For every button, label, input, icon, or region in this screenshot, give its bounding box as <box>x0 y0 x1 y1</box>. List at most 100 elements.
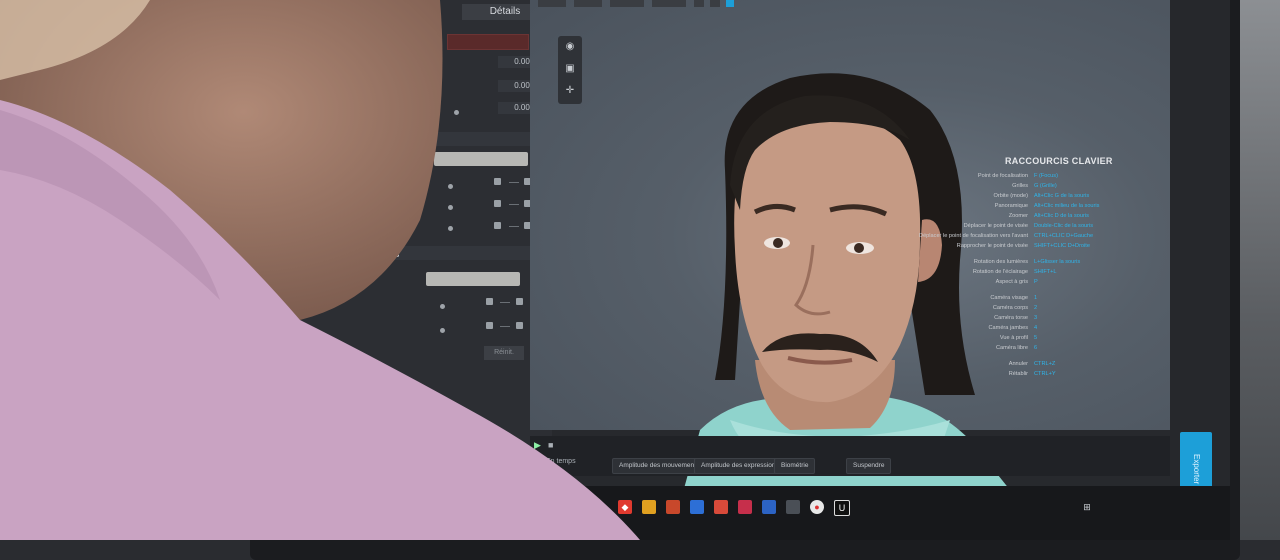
checkbox[interactable] <box>494 178 501 185</box>
section-bar <box>362 132 542 146</box>
shortcuts-title: RACCOURCIS CLAVIER <box>1005 156 1113 166</box>
shortcut-row: Rotation des lumières L+Glisser la souris <box>942 258 1132 267</box>
distance-label: 15 mm <box>410 99 435 108</box>
shortcut-key: Orbite (mode) <box>993 193 1028 199</box>
stop-icon[interactable]: ■ <box>548 440 558 450</box>
shortcut-key: Vue à profil <box>999 335 1028 341</box>
shortcut-row: Déplacer le point de focalisation vers l… <box>919 232 1132 241</box>
taskbar: ◆ ● U ⊞ <box>530 486 1230 540</box>
shortcut-value: SHIFT+CLIC D+Droite <box>1034 243 1090 249</box>
play-icon[interactable]: ▶ <box>534 440 544 450</box>
shortcut-row: Caméra jambes 4 <box>942 324 1132 333</box>
unreal-icon[interactable]: U <box>834 500 850 516</box>
shortcut-value: Alt+Clic milieu de la souris <box>1034 203 1100 209</box>
slider-handle[interactable] <box>448 205 453 210</box>
shortcut-value: CTRL+Y <box>1034 371 1056 377</box>
shortcut-value: P <box>1034 279 1038 285</box>
shortcut-value: 1 <box>1034 295 1038 301</box>
shortcut-key: Annuler <box>1008 361 1028 367</box>
checkbox[interactable] <box>516 298 523 305</box>
shortcut-key: Caméra libre <box>995 345 1028 351</box>
shortcut-key: Rotation des lumières <box>973 259 1028 265</box>
chrome-icon[interactable]: ● <box>810 500 824 514</box>
folder-icon[interactable] <box>642 500 656 514</box>
shortcut-key: Zoomer <box>1008 213 1028 219</box>
slider-handle[interactable] <box>448 184 453 189</box>
slider-handle[interactable] <box>454 110 459 115</box>
shortcut-row: Caméra torse 3 <box>942 314 1132 323</box>
shortcut-row: Caméra libre 6 <box>942 344 1132 353</box>
checkbox[interactable] <box>494 200 501 207</box>
shortcut-key: Caméra jambes <box>988 325 1028 331</box>
app-icon[interactable] <box>738 500 752 514</box>
details-panel: Détails ↺ ⬗ 0.00 0.00 0.00 15 mm Modes <box>262 0 552 540</box>
pill-biometry[interactable]: Biométrie <box>774 458 816 474</box>
shortcut-key: Caméra torse <box>994 315 1028 321</box>
shortcut-row: Caméra visage 1 <box>942 294 1132 303</box>
shortcut-value: 4 <box>1034 325 1038 331</box>
shortcut-value: F (Focus) <box>1034 173 1058 179</box>
value-field[interactable] <box>426 272 520 286</box>
pill-range-expression[interactable]: Amplitude des expressions <box>694 458 786 474</box>
shortcut-value: 3 <box>1034 315 1038 321</box>
shortcut-row: Aspect à gris P <box>942 278 1132 287</box>
keyboard-shortcuts: RACCOURCIS CLAVIER Point de focalisation… <box>919 150 1132 380</box>
shortcut-row: Rétablir CTRL+Y <box>942 370 1132 379</box>
shortcut-row: Grilles G (Grille) <box>942 182 1132 191</box>
app-icon[interactable] <box>690 500 704 514</box>
shortcut-key: Panoramique <box>994 203 1028 209</box>
shortcut-key: Déplacer le point de focalisation vers l… <box>919 233 1028 239</box>
shortcut-value: Double-Clic de la souris <box>1034 223 1094 229</box>
shortcut-row: Zoomer Alt+Clic D de la souris <box>942 212 1132 221</box>
checkbox[interactable] <box>516 322 523 329</box>
shortcut-value: 6 <box>1034 345 1038 351</box>
shortcut-key: Rétablir <box>1008 371 1028 377</box>
separator <box>500 302 510 303</box>
shortcut-value: G (Grille) <box>1034 183 1057 189</box>
app-icon[interactable] <box>786 500 800 514</box>
shortcut-row: Vue à profil 5 <box>942 334 1132 343</box>
shortcut-row: Annuler CTRL+Z <box>942 360 1132 369</box>
color-field[interactable] <box>447 34 529 50</box>
app-icon[interactable]: ◆ <box>618 500 632 514</box>
app-icon[interactable] <box>714 500 728 514</box>
slider-handle[interactable] <box>440 304 445 309</box>
shortcut-row: Orbite (mode) Alt+Clic G de la souris <box>942 192 1132 201</box>
shortcut-key: Rapprocher le point de visée <box>956 243 1028 249</box>
shortcut-value: CTRL+Z <box>1034 361 1056 367</box>
value-field[interactable] <box>434 152 528 166</box>
slider-handle[interactable] <box>448 226 453 231</box>
checkbox[interactable] <box>494 222 501 229</box>
checkbox[interactable] <box>486 298 493 305</box>
separator <box>509 182 519 183</box>
timeline-bar: ▶ ■ En temps Amplitude des mouvements Am… <box>530 436 1170 476</box>
shortcut-key: Déplacer le point de visée <box>963 223 1028 229</box>
shortcut-row: Déplacer le point de visée Double-Clic de… <box>942 222 1132 231</box>
shortcut-key: Caméra visage <box>990 295 1028 301</box>
separator <box>500 326 510 327</box>
shortcut-value: 2 <box>1034 305 1038 311</box>
shortcut-value: SHIFT+L <box>1034 269 1057 275</box>
app-icon[interactable] <box>666 500 680 514</box>
shortcut-row: Rotation de l'éclairage SHIFT+L <box>942 268 1132 277</box>
shortcut-row: Rapprocher le point de visée SHIFT+CLIC D… <box>942 242 1132 251</box>
move-icon[interactable]: ⬗ <box>432 60 446 74</box>
separator <box>509 204 519 205</box>
monitor-screen: Détails ↺ ⬗ 0.00 0.00 0.00 15 mm Modes <box>262 0 1230 540</box>
pill-suspend[interactable]: Suspendre <box>846 458 892 474</box>
shortcut-row: Caméra corps 2 <box>942 304 1132 313</box>
timeline-label: En temps <box>546 458 576 465</box>
shortcut-value: Alt+Clic G de la souris <box>1034 193 1090 199</box>
shortcut-key: Grilles <box>1012 183 1028 189</box>
app-icon[interactable] <box>762 500 776 514</box>
windows-icon[interactable]: ⊞ <box>1080 500 1094 514</box>
shortcut-key: Caméra corps <box>992 305 1028 311</box>
checkbox[interactable] <box>486 322 493 329</box>
slider-handle[interactable] <box>440 328 445 333</box>
shortcut-key: Point de focalisation <box>977 173 1028 179</box>
reset-button[interactable]: Réinit. <box>484 346 524 360</box>
shortcut-value: 5 <box>1034 335 1038 341</box>
shortcut-value: L+Glisser la souris <box>1034 259 1081 265</box>
pill-range-motion[interactable]: Amplitude des mouvements <box>612 458 707 474</box>
shortcut-key: Aspect à gris <box>995 279 1028 285</box>
